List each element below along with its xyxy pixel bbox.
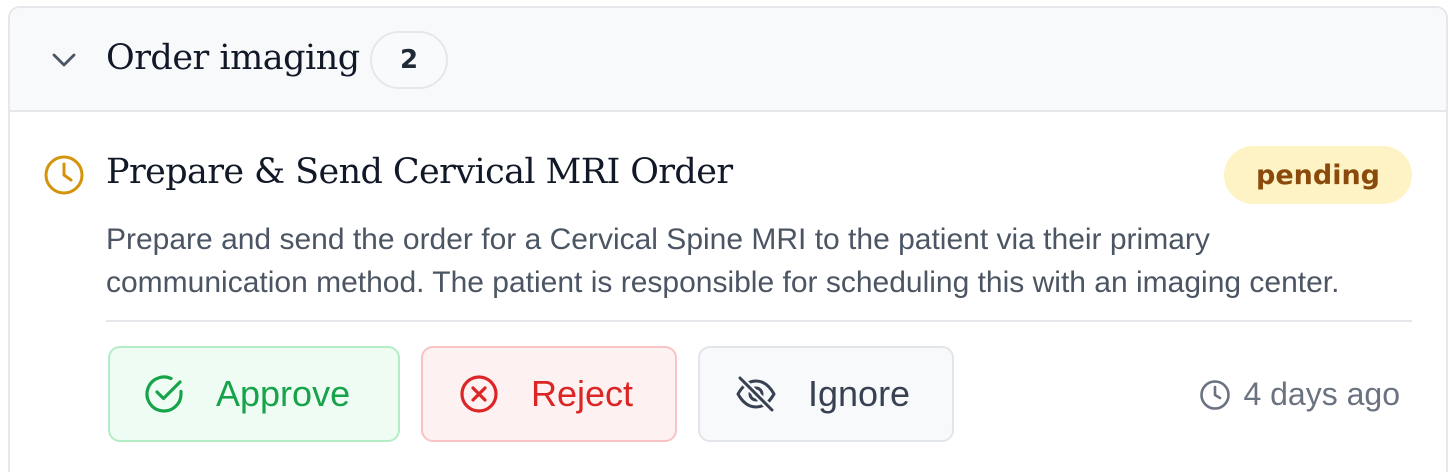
- section-title: Order imaging: [106, 38, 360, 78]
- eye-off-icon: [736, 374, 776, 414]
- ignore-button[interactable]: Ignore: [698, 346, 954, 442]
- section-header[interactable]: Order imaging 2: [10, 8, 1446, 112]
- task-description: Prepare and send the order for a Cervica…: [106, 223, 1340, 299]
- count-badge: 2: [370, 31, 448, 89]
- order-imaging-card: Order imaging 2 Prepare & Send Cervical …: [8, 6, 1448, 472]
- task-title: Prepare & Send Cervical MRI Order: [106, 152, 733, 192]
- clock-icon: [44, 155, 84, 195]
- approve-label: Approve: [216, 373, 351, 414]
- chevron-down-icon[interactable]: [50, 48, 78, 72]
- divider: [106, 320, 1412, 322]
- status-badge: pending: [1224, 146, 1412, 204]
- x-circle-icon: [460, 375, 498, 413]
- timestamp: 4 days ago: [1199, 376, 1400, 413]
- ignore-label: Ignore: [808, 373, 911, 414]
- approve-button[interactable]: Approve: [108, 346, 400, 442]
- reject-button[interactable]: Reject: [421, 346, 677, 442]
- reject-label: Reject: [531, 373, 634, 414]
- clock-icon: [1200, 379, 1231, 410]
- timestamp-text: 4 days ago: [1243, 376, 1400, 412]
- check-circle-icon: [145, 375, 183, 413]
